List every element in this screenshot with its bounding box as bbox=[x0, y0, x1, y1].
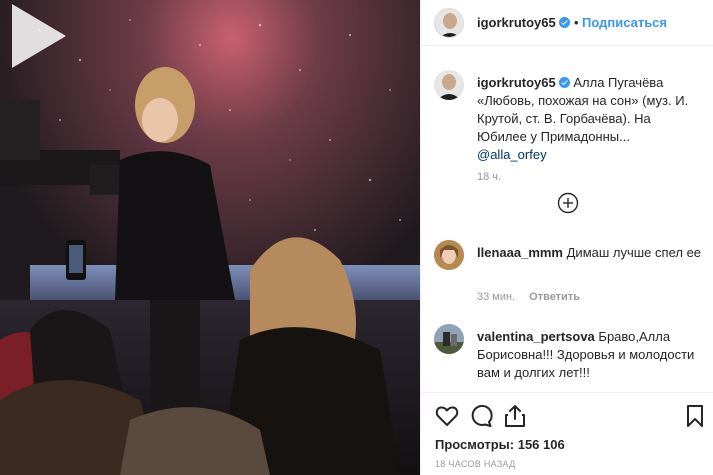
action-bar: Просмотры: 156 106 18 ЧАСОВ НАЗАД bbox=[421, 392, 713, 475]
comment-username[interactable]: valentina_pertsova bbox=[477, 329, 595, 344]
avatar-image bbox=[434, 240, 464, 270]
commenter-avatar[interactable] bbox=[434, 240, 464, 270]
caption-text: igorkrutoy65 Алла Пугачёва «Любовь, похо… bbox=[477, 74, 702, 164]
comments-list: igorkrutoy65 Алла Пугачёва «Любовь, похо… bbox=[421, 47, 713, 392]
caption-time: 18 ч. bbox=[477, 171, 501, 183]
comment-text: valentina_pertsova Браво,Алла Борисовна!… bbox=[477, 328, 702, 382]
avatar-image bbox=[435, 9, 463, 37]
views-label: Просмотры: bbox=[435, 437, 515, 452]
caption-mention[interactable]: @alla_orfey bbox=[477, 147, 547, 162]
post-header: igorkrutoy65 • Подписаться bbox=[421, 0, 713, 46]
caption-time-text: 18 ч. bbox=[477, 171, 502, 183]
reply-button[interactable]: Ответить bbox=[529, 291, 580, 303]
heart-icon[interactable] bbox=[434, 403, 460, 429]
verified-icon bbox=[558, 17, 570, 28]
avatar-image bbox=[434, 70, 464, 100]
bookmark-icon[interactable] bbox=[682, 403, 708, 429]
author-avatar[interactable] bbox=[434, 8, 464, 38]
author-username-text[interactable]: igorkrutoy65 bbox=[477, 15, 556, 30]
verified-icon bbox=[558, 77, 570, 88]
comment-username[interactable]: llenaaa_mmm bbox=[477, 245, 563, 260]
author-username[interactable]: igorkrutoy65 bbox=[477, 15, 570, 30]
share-icon[interactable] bbox=[502, 403, 528, 429]
commenter-avatar[interactable] bbox=[434, 324, 464, 354]
post-timestamp: 18 ЧАСОВ НАЗАД bbox=[435, 459, 516, 469]
instagram-post: igorkrutoy65 • Подписаться igorkrutoy65 … bbox=[0, 0, 713, 475]
comment-text: llenaaa_mmm Димаш лучше спел ее bbox=[477, 244, 702, 262]
comment-time: 33 мин. bbox=[477, 291, 516, 303]
post-sidebar: igorkrutoy65 • Подписаться igorkrutoy65 … bbox=[420, 0, 713, 475]
caption-avatar[interactable] bbox=[434, 70, 464, 100]
post-video[interactable] bbox=[0, 0, 420, 475]
avatar-image bbox=[434, 324, 464, 354]
caption-username[interactable]: igorkrutoy65 bbox=[477, 75, 556, 90]
play-icon[interactable] bbox=[0, 0, 72, 72]
comment-meta: 33 мин. Ответить bbox=[477, 291, 580, 303]
comment-body: Димаш лучше спел ее bbox=[566, 245, 702, 260]
views-number: 156 106 bbox=[517, 437, 565, 452]
plus-circle-icon[interactable] bbox=[557, 192, 579, 214]
comment-icon[interactable] bbox=[468, 403, 494, 429]
separator-dot: • bbox=[574, 15, 579, 30]
follow-button[interactable]: Подписаться bbox=[582, 15, 667, 30]
views-count: Просмотры: 156 106 bbox=[435, 437, 565, 452]
